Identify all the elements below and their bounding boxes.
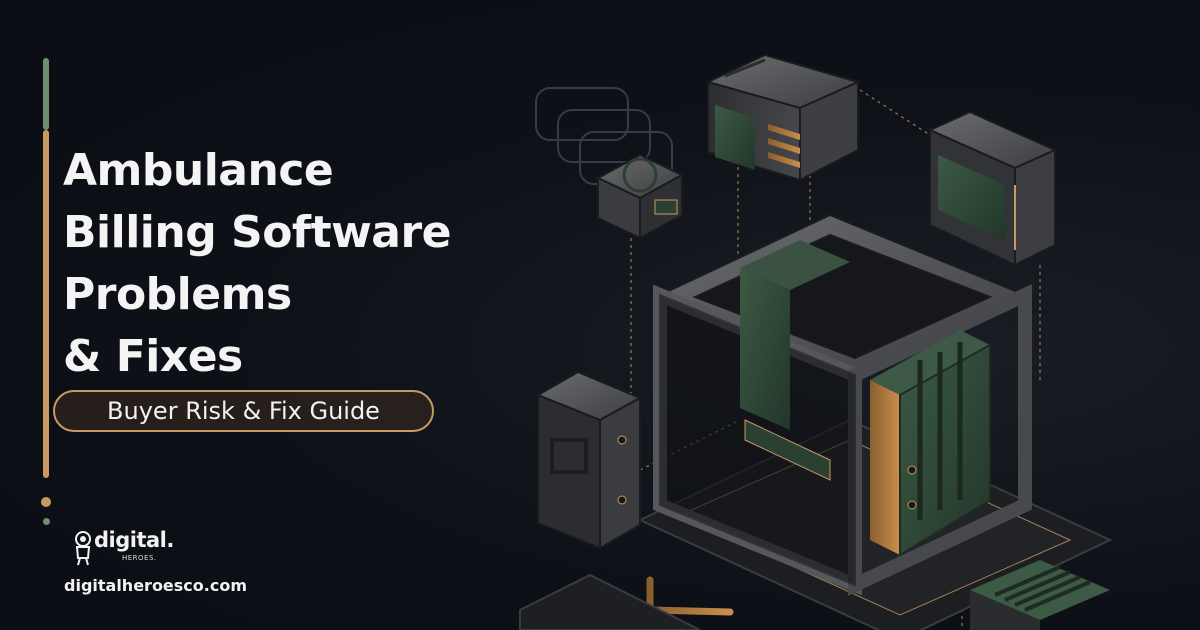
accent-bar-gold bbox=[43, 130, 49, 478]
hero-banner: Ambulance Billing Software Problems & Fi… bbox=[0, 0, 1200, 630]
headline-line-4: & Fixes bbox=[63, 331, 243, 382]
headline-line-2: Billing Software bbox=[63, 207, 451, 258]
logo-subtitle: HEROES. bbox=[122, 554, 157, 562]
tagline-label: Buyer Risk & Fix Guide bbox=[107, 397, 380, 425]
modular-cube-illustration bbox=[519, 53, 1113, 630]
headline: Ambulance Billing Software Problems & Fi… bbox=[63, 140, 451, 388]
tagline-pill: Buyer Risk & Fix Guide bbox=[53, 390, 434, 432]
astronaut-icon bbox=[75, 531, 91, 566]
accent-dot-gold bbox=[41, 497, 51, 507]
headline-line-3: Problems bbox=[63, 269, 292, 320]
logo-wordmark: digital. bbox=[94, 528, 174, 552]
headline-line-1: Ambulance bbox=[63, 145, 334, 196]
brand-logo: digital. HEROES. bbox=[72, 528, 182, 568]
accent-dot-green bbox=[43, 518, 50, 525]
accent-bar-green bbox=[43, 58, 49, 130]
website-url: digitalheroesco.com bbox=[64, 576, 248, 595]
